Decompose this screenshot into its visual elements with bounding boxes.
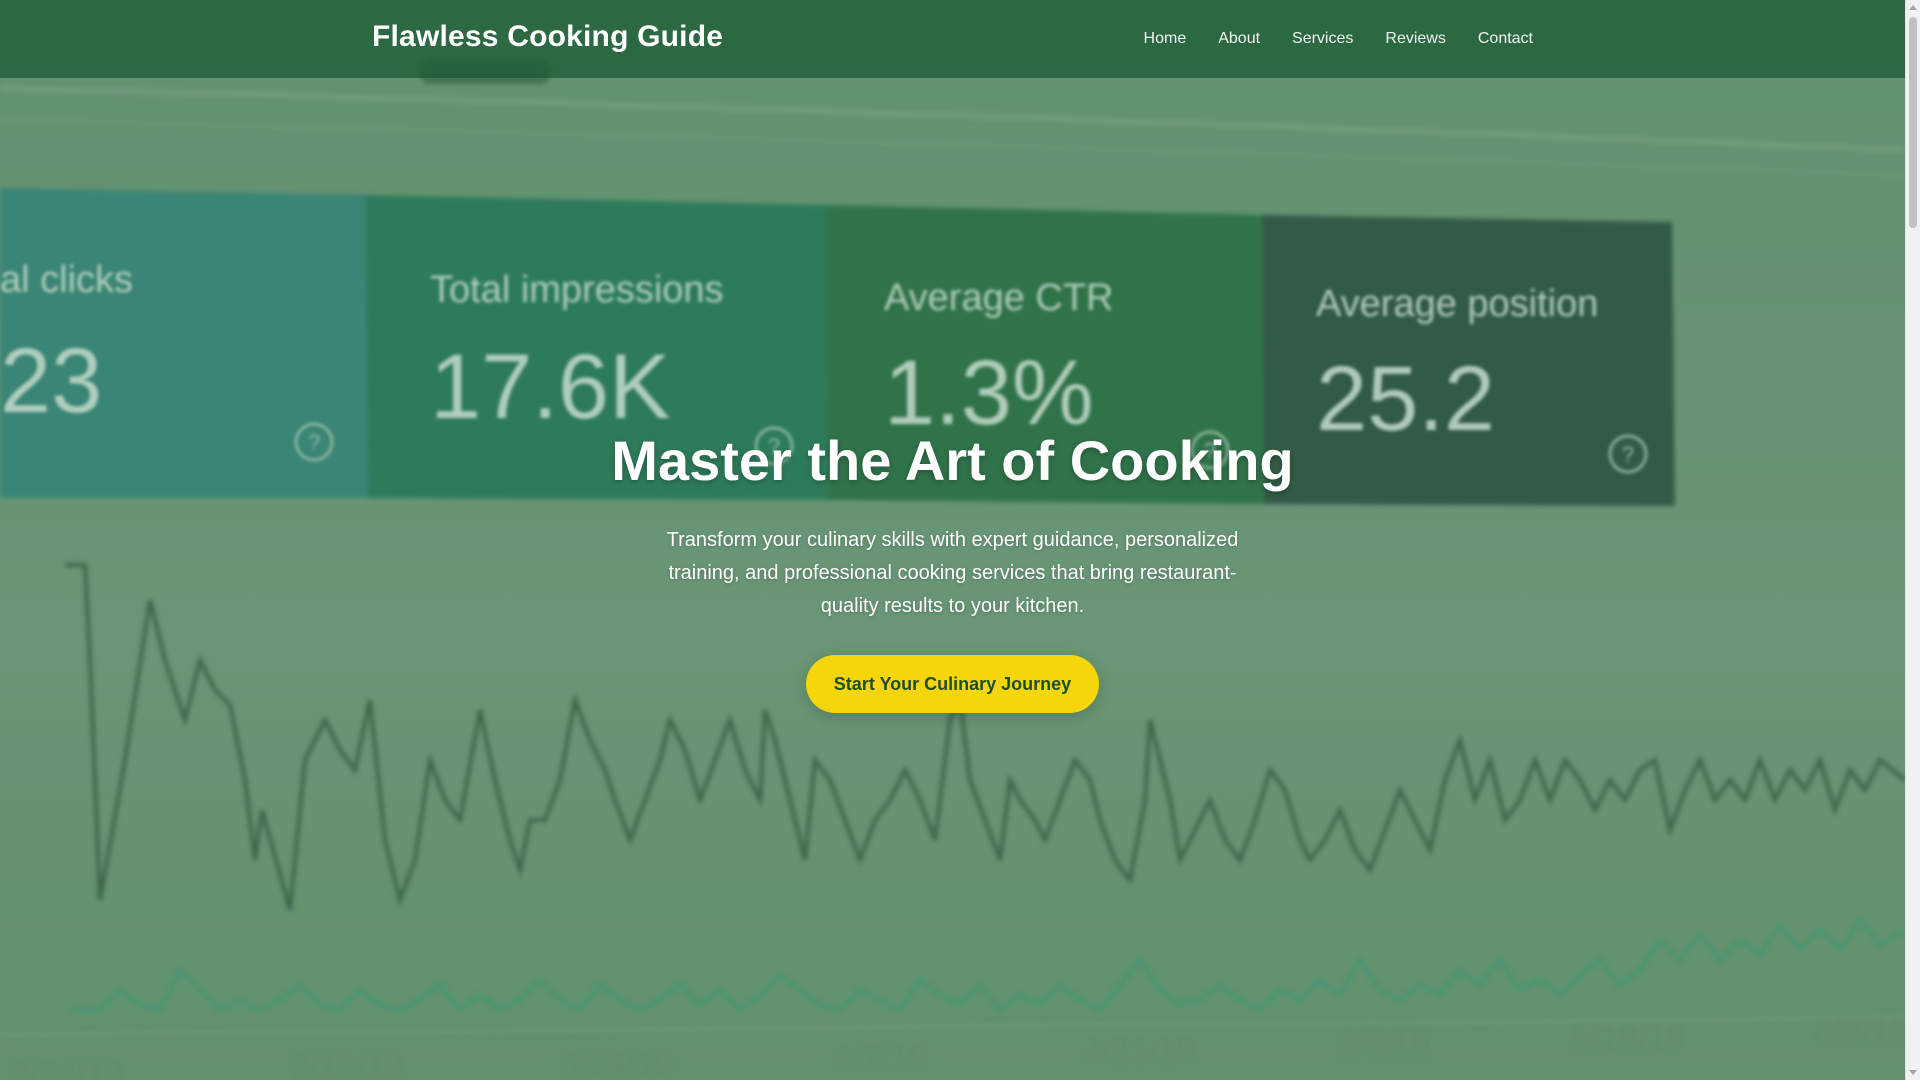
page-scrollbar[interactable] (1905, 0, 1920, 1080)
nav-link-home[interactable]: Home (1144, 26, 1187, 52)
start-journey-button[interactable]: Start Your Culinary Journey (806, 655, 1099, 713)
nav-link-services[interactable]: Services (1292, 26, 1353, 52)
nav-link-about[interactable]: About (1218, 26, 1260, 52)
hero-section: Master the Art of Cooking Transform your… (0, 78, 1905, 1080)
main-nav: Home About Services Reviews Contact (1144, 0, 1533, 78)
nav-link-reviews[interactable]: Reviews (1385, 26, 1445, 52)
scroll-up-arrow-icon[interactable] (1909, 5, 1917, 10)
nav-link-contact[interactable]: Contact (1478, 26, 1533, 52)
site-logo[interactable]: Flawless Cooking Guide (372, 20, 723, 54)
site-header: Flawless Cooking Guide Home About Servic… (0, 0, 1905, 78)
scroll-down-arrow-icon[interactable] (1909, 1070, 1917, 1075)
hero-heading: Master the Art of Cooking (611, 429, 1294, 492)
hero-description: Transform your culinary skills with expe… (666, 529, 1239, 617)
scrollbar-thumb[interactable] (1909, 17, 1917, 228)
